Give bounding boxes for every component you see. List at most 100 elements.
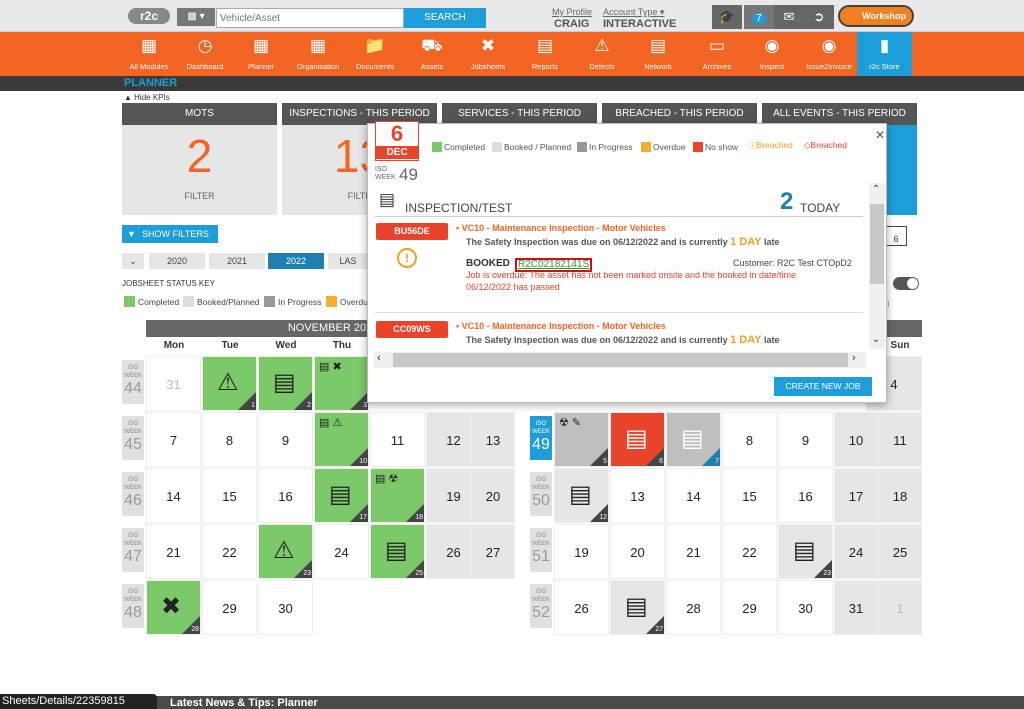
- vehicle-asset-search-input[interactable]: [216, 8, 404, 28]
- nav-organisation[interactable]: ▦ Organisation: [292, 32, 344, 76]
- day-cell[interactable]: 26: [554, 580, 609, 635]
- day-cell-job[interactable]: ▤ 2: [258, 356, 313, 411]
- nav-issue2invoice[interactable]: ◉ Issue2Invoice: [803, 32, 855, 76]
- show-filters-button[interactable]: ▼ SHOW FILTERS: [122, 225, 218, 243]
- my-profile-link[interactable]: My Profile: [552, 7, 592, 17]
- job-title[interactable]: • VC10 - Maintenance Inspection - Motor …: [456, 223, 666, 233]
- nav-all-modules[interactable]: ▦ All Modules: [126, 32, 172, 76]
- kpi-tab-all-events[interactable]: ALL EVENTS - THIS PERIOD: [762, 103, 917, 125]
- day-cell[interactable]: 11: [878, 412, 922, 467]
- nav-reports[interactable]: ▤ Reports: [523, 32, 567, 76]
- day-cell-job[interactable]: ⚠ 1: [202, 356, 257, 411]
- day-cell[interactable]: 19: [554, 524, 609, 579]
- kpi-tab-services[interactable]: SERVICES - THIS PERIOD: [442, 103, 597, 125]
- calendar-day-icon[interactable]: 6: [885, 226, 907, 246]
- r2c-logo[interactable]: r2c: [128, 8, 170, 24]
- day-cell[interactable]: 30: [258, 580, 313, 635]
- day-cell-job[interactable]: ▤ 12: [554, 468, 609, 523]
- day-cell-job[interactable]: ▤ ✖ 3: [314, 356, 369, 411]
- day-cell-job[interactable]: ⚠ 23: [258, 524, 313, 579]
- day-cell[interactable]: 21: [146, 524, 201, 579]
- scroll-up-icon[interactable]: ⌃: [872, 184, 880, 195]
- year-2021[interactable]: 2021: [209, 253, 265, 269]
- nav-planner[interactable]: ▦ Planner: [238, 32, 284, 76]
- day-cell[interactable]: 25: [878, 524, 922, 579]
- nav-defects[interactable]: ⚠ Defects: [580, 32, 624, 76]
- day-cell[interactable]: 29: [722, 580, 777, 635]
- day-cell[interactable]: 8: [202, 412, 257, 467]
- create-new-job-button[interactable]: CREATE NEW JOB: [774, 377, 872, 396]
- day-cell[interactable]: 16: [258, 468, 313, 523]
- search-button[interactable]: SEARCH: [404, 8, 486, 28]
- scroll-right-icon[interactable]: ›: [852, 352, 856, 364]
- day-cell[interactable]: 10: [834, 412, 878, 467]
- kpi-filter-link[interactable]: FILTER: [122, 191, 277, 201]
- day-cell[interactable]: 9: [258, 412, 313, 467]
- nav-documents[interactable]: 📁 Documents: [352, 32, 398, 76]
- day-cell-job-selected[interactable]: ▤ 6: [610, 412, 665, 467]
- day-cell[interactable]: 24: [314, 524, 369, 579]
- day-cell[interactable]: 22: [722, 524, 777, 579]
- nav-network[interactable]: ▤ Network: [636, 32, 680, 76]
- day-cell[interactable]: 24: [834, 524, 878, 579]
- day-cell[interactable]: 1: [878, 580, 922, 635]
- year-2020[interactable]: 2020: [149, 253, 205, 269]
- account-type-link[interactable]: Account Type ▾: [603, 7, 664, 18]
- day-cell[interactable]: 18: [878, 468, 922, 523]
- day-cell[interactable]: 16: [778, 468, 833, 523]
- day-cell[interactable]: 27: [471, 524, 515, 579]
- day-cell[interactable]: 31: [834, 580, 878, 635]
- day-cell-job[interactable]: ▤ 7: [666, 412, 721, 467]
- day-cell-job[interactable]: ▤ 25: [370, 524, 425, 579]
- scroll-down-icon[interactable]: ⌄: [872, 334, 880, 345]
- day-cell[interactable]: 14: [666, 468, 721, 523]
- nav-inspect[interactable]: ◉ Inspect: [750, 32, 794, 76]
- nav-assets[interactable]: ⛟ Assets: [410, 32, 454, 76]
- day-cell-job[interactable]: ▤ 23: [778, 524, 833, 579]
- vehicle-type-select[interactable]: ▩ ▾: [177, 8, 215, 26]
- kpi-tab-breached[interactable]: BREACHED - THIS PERIOD: [602, 103, 757, 125]
- day-cell[interactable]: 7: [146, 412, 201, 467]
- year-prev-button[interactable]: ⌄: [122, 253, 144, 269]
- nav-r2c-store[interactable]: ▮ r2c Store: [857, 32, 912, 76]
- day-cell-job[interactable]: ▤ ☢ 18: [370, 468, 425, 523]
- day-cell-job[interactable]: ▤ ⚠ 10: [314, 412, 369, 467]
- day-cell-job[interactable]: ✖ 28: [146, 580, 201, 635]
- day-cell-job[interactable]: ☢ ✎ 5: [554, 412, 609, 467]
- day-cell[interactable]: 15: [202, 468, 257, 523]
- day-cell[interactable]: 8: [722, 412, 777, 467]
- scroll-left-icon[interactable]: ‹: [377, 352, 381, 364]
- job-reg-badge[interactable]: CC09WS: [376, 321, 448, 338]
- logout-icon[interactable]: ➲: [804, 5, 834, 29]
- year-2022[interactable]: 2022: [268, 253, 324, 269]
- vertical-scroll-thumb[interactable]: [870, 204, 884, 284]
- toggle-switch[interactable]: [893, 277, 919, 290]
- nav-jobsheets[interactable]: ✖ Jobsheets: [465, 32, 511, 76]
- day-cell[interactable]: 14: [146, 468, 201, 523]
- day-cell[interactable]: 9: [778, 412, 833, 467]
- year-last[interactable]: LAS: [328, 253, 368, 269]
- day-cell[interactable]: 13: [610, 468, 665, 523]
- nav-dashboard[interactable]: ◷ Dashboard: [181, 32, 229, 76]
- day-cell[interactable]: 21: [666, 524, 721, 579]
- day-cell[interactable]: 28: [666, 580, 721, 635]
- hide-kpis-toggle[interactable]: ▲ Hide KPIs: [124, 93, 170, 102]
- latest-news[interactable]: Latest News & Tips: Planner: [170, 697, 318, 709]
- day-cell[interactable]: 31: [146, 356, 201, 411]
- notifications-icon[interactable]: 7: [744, 5, 774, 29]
- day-cell[interactable]: 20: [471, 468, 515, 523]
- day-cell[interactable]: 11: [370, 412, 425, 467]
- day-cell[interactable]: 30: [778, 580, 833, 635]
- day-cell[interactable]: 17: [834, 468, 878, 523]
- job-title[interactable]: • VC10 - Maintenance Inspection - Motor …: [456, 321, 666, 331]
- day-cell-job[interactable]: ▤ 17: [314, 468, 369, 523]
- kpi-tab-mots[interactable]: MOTS: [122, 103, 277, 125]
- mail-icon[interactable]: ✉: [774, 5, 804, 29]
- job-reg-badge[interactable]: BU56DE: [376, 223, 448, 240]
- nav-archives[interactable]: ▭ Archives: [694, 32, 740, 76]
- day-cell-job[interactable]: ▤ 27: [610, 580, 665, 635]
- day-cell[interactable]: 20: [610, 524, 665, 579]
- close-icon[interactable]: ✕: [875, 128, 885, 142]
- day-cell[interactable]: 29: [202, 580, 257, 635]
- workshop-button[interactable]: Workshop: [838, 5, 914, 27]
